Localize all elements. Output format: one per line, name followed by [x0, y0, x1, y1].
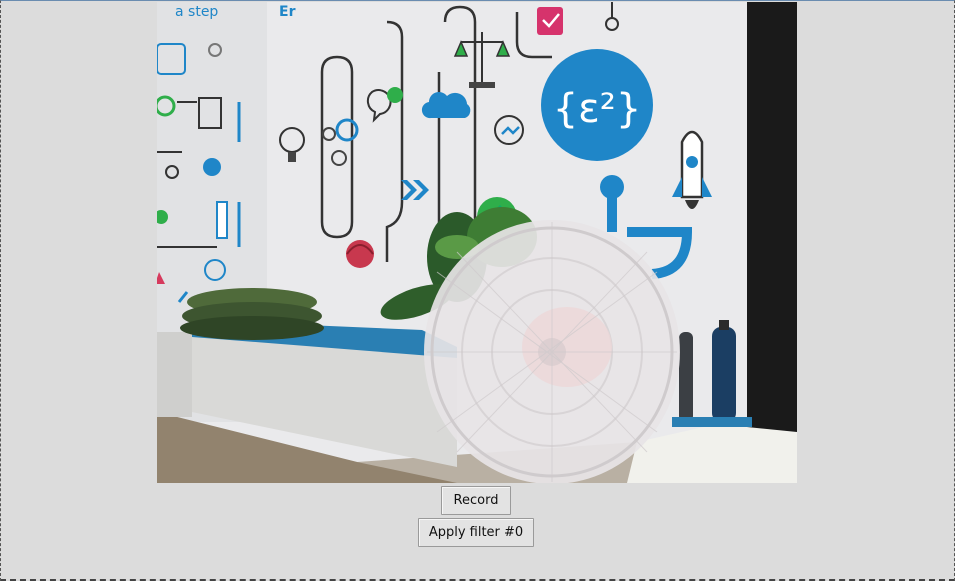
record-button[interactable]: Record: [441, 486, 511, 515]
camera-feed: a step Er {ε²}: [157, 2, 797, 483]
checkbox-doodle: [537, 7, 563, 35]
bottle: [712, 327, 736, 422]
door-frame: [747, 2, 797, 442]
svg-text:Er: Er: [279, 4, 296, 20]
bottle: [679, 332, 693, 422]
apply-filter-button[interactable]: Apply filter #0: [418, 518, 534, 547]
logo-text: {ε²}: [553, 86, 642, 132]
wall-text: a step: [175, 4, 218, 20]
app-window: a step Er {ε²} Record Apply filter #0: [0, 0, 955, 581]
